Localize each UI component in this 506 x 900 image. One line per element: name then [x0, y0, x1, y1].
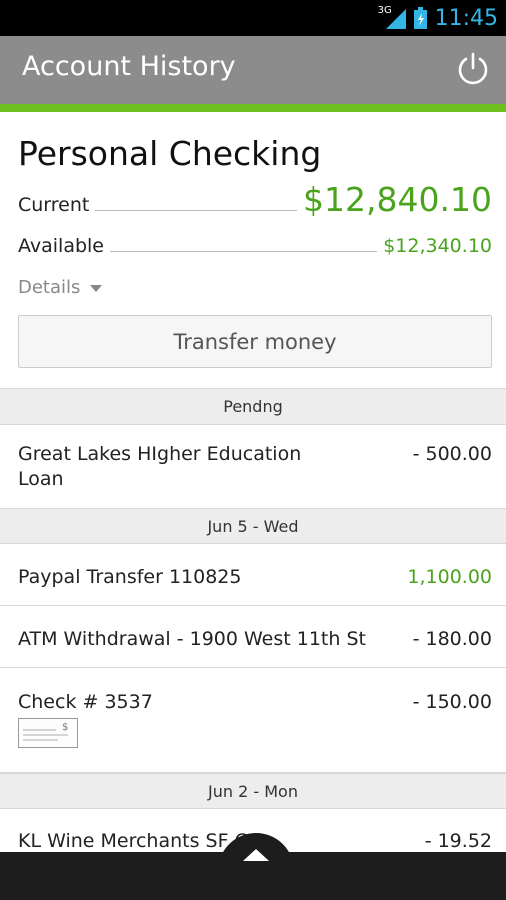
network-type: 3G: [377, 5, 392, 16]
battery-icon: [413, 7, 427, 29]
section-header-pending: Pendng: [0, 388, 506, 425]
transaction-amount: - 150.00: [412, 691, 492, 713]
transaction-amount: - 500.00: [412, 443, 492, 465]
current-balance-value: $12,840.10: [303, 180, 492, 219]
section-header-jun-2: Jun 2 - Mon: [0, 773, 506, 809]
transfer-money-button[interactable]: Transfer money: [18, 315, 492, 368]
power-icon[interactable]: [454, 50, 492, 88]
signal-icon: 3G: [378, 5, 408, 31]
caret-down-icon: [90, 285, 103, 292]
clock: 11:45: [434, 5, 498, 31]
transaction-amount: - 19.52: [424, 830, 492, 852]
transaction-amount: - 180.00: [412, 628, 492, 650]
current-balance-label: Current: [18, 194, 90, 216]
status-icons: 3G 11:45: [378, 4, 498, 32]
current-balance-row: Current $12,840.10: [18, 180, 492, 219]
transaction-description: ATM Withdrawal - 1900 West 11th St: [18, 628, 366, 650]
transaction-description: Great Lakes HIgher Education Loan: [18, 443, 302, 490]
details-label: Details: [18, 277, 81, 298]
chevron-up-icon: [243, 849, 269, 861]
page-title: Account History: [22, 51, 236, 82]
svg-text:$: $: [62, 722, 68, 733]
transaction-row[interactable]: Check # 3537 - 150.00 $: [0, 668, 506, 773]
details-toggle[interactable]: Details: [18, 277, 103, 298]
transaction-row[interactable]: ATM Withdrawal - 1900 West 11th St - 180…: [0, 606, 506, 668]
transaction-description: Check # 3537: [18, 691, 153, 713]
check-image-icon[interactable]: $: [18, 718, 78, 748]
transaction-description: Paypal Transfer 110825: [18, 566, 242, 588]
leader-line: [95, 210, 298, 211]
transaction-row[interactable]: Paypal Transfer 110825 1,100.00: [0, 544, 506, 606]
transaction-amount: 1,100.00: [407, 566, 492, 588]
available-balance-label: Available: [18, 235, 105, 257]
leader-line: [110, 251, 378, 252]
available-balance-value: $12,340.10: [383, 235, 492, 257]
transaction-row[interactable]: Great Lakes HIgher Education Loan - 500.…: [0, 425, 506, 509]
section-header-jun-5: Jun 5 - Wed: [0, 508, 506, 544]
app-bar: Account History: [0, 36, 506, 104]
account-name: Personal Checking: [18, 134, 322, 173]
available-balance-row: Available $12,340.10: [18, 235, 492, 257]
accent-divider: [0, 104, 506, 112]
status-bar: 3G 11:45: [0, 0, 506, 36]
